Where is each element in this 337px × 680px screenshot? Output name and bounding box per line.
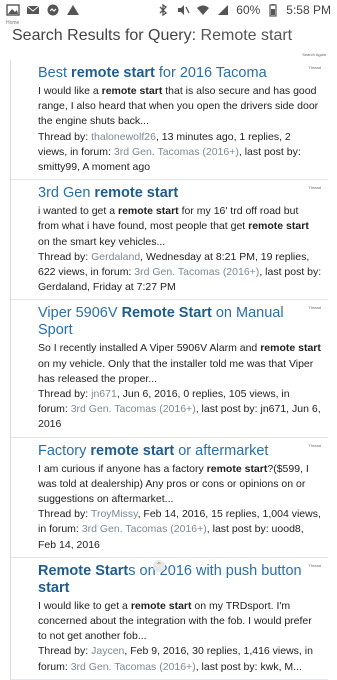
scroll-top-button[interactable]: ⌃ (153, 560, 165, 572)
meta-link[interactable]: thalonewolf26 (91, 131, 156, 143)
title-text: Best (38, 65, 72, 81)
title-highlight: remote start (94, 185, 179, 202)
meta-link[interactable]: jn671 (91, 388, 117, 400)
result-type-label: Thread (308, 65, 321, 70)
meta-text: Thread by: (38, 130, 92, 143)
title-text: or aftermarket (174, 442, 269, 459)
result-title-link[interactable]: Factory remote start or aftermarket (38, 443, 322, 460)
snippet-highlight: remote start (117, 205, 179, 218)
result-type-label: Thread (308, 185, 321, 191)
snippet-highlight: remote start (248, 220, 309, 233)
result-title-link[interactable]: Viper 5906V Remote Start on Manual Sport (38, 305, 322, 339)
snippet-text: on the smart key vehicles... (38, 235, 166, 248)
result-snippet: i wanted to get a remote start for my 16… (38, 204, 322, 250)
result-title-link[interactable]: Remote Starts on 2016 with push button s… (38, 563, 322, 597)
title-highlight: Remote Start (121, 305, 212, 322)
system-icons: 60% 5:58 PM (156, 3, 331, 17)
result-snippet: I would like to get a remote start on my… (38, 599, 322, 645)
meta-link[interactable]: 3rd Gen. Tacomas (2016+) (82, 523, 207, 535)
page-title: Search Results for Query: Remote start (12, 27, 292, 45)
result-snippet: I am curious if anyone has a factory rem… (38, 462, 322, 508)
snippet-text: i wanted to get a (38, 205, 118, 218)
search-result-item: Thread 3rd Gen remote start i wanted to ge… (11, 180, 328, 301)
meta-link[interactable]: 3rd Gen. Tacomas (2016+) (114, 146, 239, 158)
result-type-label: Thread (308, 305, 321, 311)
battery-percent: 60% (236, 3, 261, 17)
meta-text: , last post by: kwk, M... (195, 660, 302, 673)
meta-text: Thread by: (38, 250, 92, 263)
battery-icon (269, 4, 277, 17)
meta-link[interactable]: 3rd Gen. Tacomas (2016+) (71, 661, 196, 673)
meta-link[interactable]: 3rd Gen. Tacomas (2016+) (134, 266, 259, 278)
snippet-highlight: remote start (130, 599, 192, 612)
result-meta: Thread by: TroyMissy, Feb 14, 2016, 15 r… (38, 507, 322, 553)
snippet-text: I am curious if anyone has a factory (38, 462, 207, 475)
meta-text: Thread by: (38, 388, 92, 401)
title-text: Factory (38, 442, 91, 459)
chevron-up-icon: ⌃ (155, 561, 163, 570)
signal-icon (218, 5, 229, 15)
result-meta: Thread by: thalonewolf26, 13 minutes ago… (38, 130, 322, 176)
bluetooth-icon (159, 3, 168, 17)
search-again-link[interactable]: Search Again (302, 52, 326, 57)
result-title-link[interactable]: 3rd Gen remote start (38, 185, 322, 202)
result-snippet: I would like a remote start that is also… (38, 84, 322, 130)
snippet-text: So I recently installed A Viper 5906V Al… (38, 342, 261, 355)
search-query: Remote start (200, 27, 293, 44)
search-result-item: Thread Factory remote start or aftermarke… (11, 438, 328, 558)
snippet-text: I would like a (38, 85, 102, 97)
status-bar: 60% 5:58 PM (0, 0, 337, 22)
meta-link[interactable]: TroyMissy (91, 508, 138, 520)
search-result-item: Thread Viper 5906V Remote Start on Manual… (11, 300, 328, 438)
title-text: Viper 5906V (38, 305, 122, 322)
notification-icons (6, 3, 80, 17)
result-title-link[interactable]: Best remote start for 2016 Tacoma (38, 65, 322, 82)
messenger-notification-icon (47, 4, 59, 16)
wifi-icon (197, 5, 210, 15)
snippet-highlight: remote start (206, 462, 268, 475)
result-type-label: Thread (308, 442, 321, 448)
title-highlight: remote start (71, 65, 155, 81)
snippet-highlight: remote start (101, 85, 163, 97)
title-text: for 2016 Tacoma (154, 65, 267, 81)
result-meta: Thread by: Jaycen, Feb 9, 2016, 30 repli… (38, 644, 322, 674)
search-result-item: Thread Remote Starts on 2016 with push bu… (11, 558, 328, 680)
photo-notification-icon (6, 4, 20, 16)
meta-text: Thread by: (38, 508, 91, 521)
title-text: 3rd Gen (38, 185, 95, 202)
result-meta: Thread by: Gerdaland, Wednesday at 8:21 … (38, 250, 322, 296)
snippet-highlight: remote start (260, 342, 321, 355)
meta-text: Thread by: (38, 645, 92, 658)
snippet-text: I would like to get a (38, 599, 131, 612)
snippet-text: on my vehicle. Only that the installer t… (38, 357, 314, 385)
title-highlight: remote start (90, 442, 175, 459)
meta-link[interactable]: Jaycen (91, 645, 124, 657)
search-result-item: Thread Best remote start for 2016 Tacoma I… (11, 60, 328, 181)
breadcrumb-home[interactable]: Home (6, 20, 19, 26)
mail-notification-icon (26, 5, 40, 14)
title-highlight: start (38, 579, 70, 596)
meta-link[interactable]: Gerdaland (91, 251, 140, 263)
result-meta: Thread by: jn671, Jun 6, 2016, 0 replies… (38, 387, 322, 433)
search-results-list: Thread Best remote start for 2016 Tacoma I… (10, 60, 328, 680)
result-type-label: Thread (308, 562, 321, 568)
page-title-prefix: Search Results for Query: (12, 27, 197, 44)
result-snippet: So I recently installed A Viper 5906V Al… (38, 341, 322, 387)
clock: 5:58 PM (286, 3, 331, 17)
mute-icon (178, 5, 190, 15)
title-highlight: Remote Start (38, 562, 129, 579)
triangle-notification-icon (67, 5, 79, 15)
meta-link[interactable]: 3rd Gen. Tacomas (2016+) (71, 403, 196, 415)
